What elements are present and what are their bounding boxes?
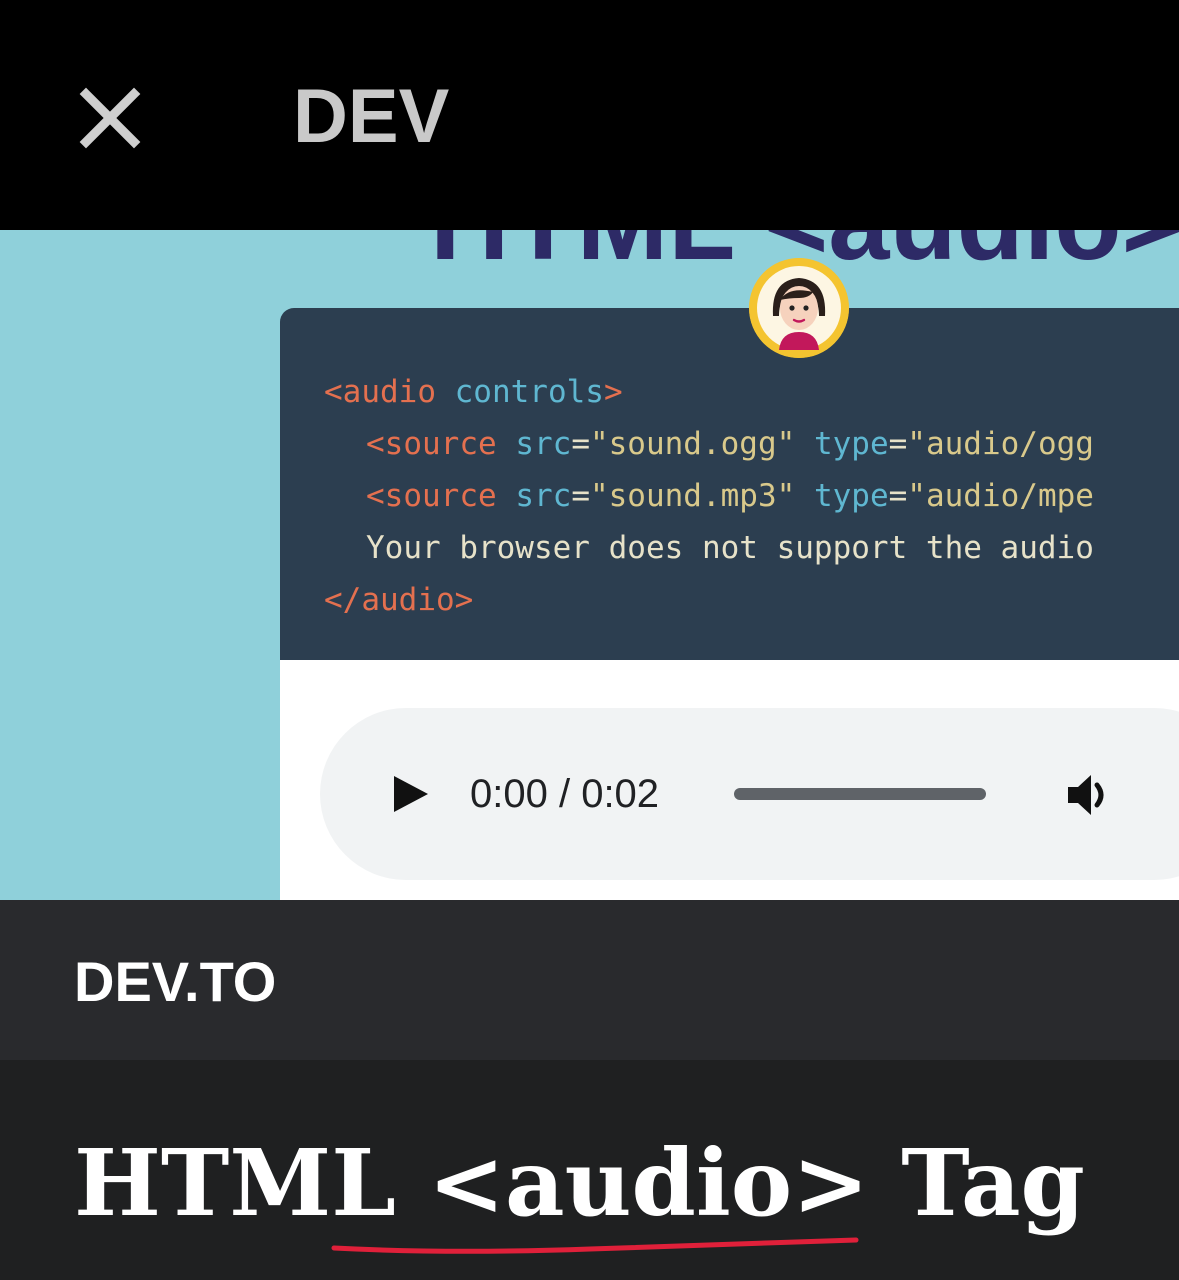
article-preview-image: HTML <audio> <audio controls> <source sr… [0, 230, 1179, 900]
time-display: 0:00 / 0:02 [470, 772, 660, 816]
underline-stroke [331, 1237, 859, 1254]
volume-icon [1068, 775, 1104, 815]
close-button[interactable] [72, 80, 148, 156]
highlight-underline [330, 1236, 860, 1256]
code-line-1: <audio controls> [324, 374, 623, 410]
progress-slider[interactable] [734, 788, 986, 800]
article-headline: HTML <audio> Tag [74, 1129, 1085, 1237]
code-line-2: <source src="sound.ogg" type="audio/ogg [366, 426, 1094, 462]
headline-area[interactable]: HTML <audio> Tag [0, 1060, 1179, 1280]
page-title: DEV [293, 74, 450, 159]
close-icon [79, 87, 141, 149]
play-button[interactable] [388, 772, 432, 816]
play-icon [394, 776, 428, 812]
code-line-5: </audio> [324, 582, 474, 618]
code-line-3: <source src="sound.mp3" type="audio/mpe [366, 478, 1094, 514]
code-line-4: Your browser does not support the audio [366, 530, 1094, 566]
avatar [749, 258, 849, 358]
top-bar: DEV [0, 0, 1179, 230]
source-domain: DEV.TO [74, 950, 277, 1013]
avatar-icon [749, 258, 849, 358]
volume-button[interactable] [1064, 768, 1118, 822]
code-block: <audio controls> <source src="sound.ogg"… [280, 308, 1179, 668]
source-bar: DEV.TO [0, 900, 1179, 1060]
audio-player: 0:00 / 0:02 [320, 708, 1179, 880]
audio-player-area: 0:00 / 0:02 [280, 660, 1179, 900]
